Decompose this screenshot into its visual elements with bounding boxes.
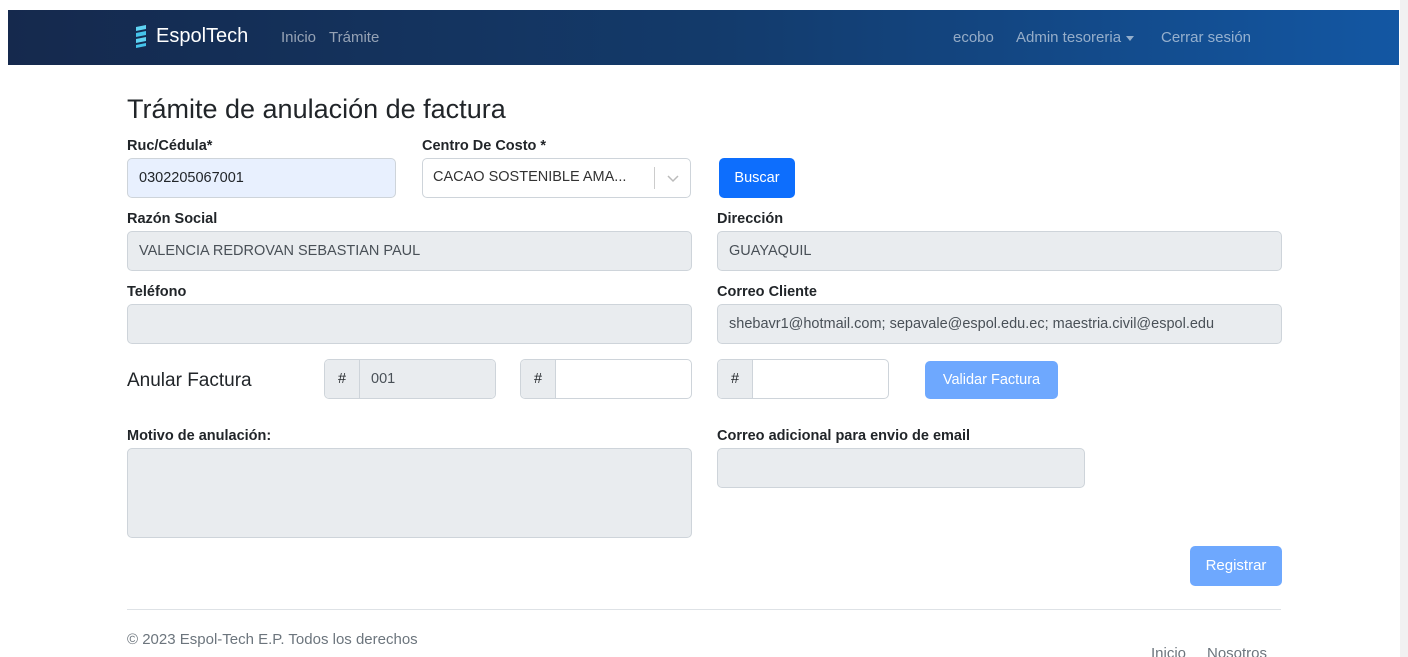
telefono-field[interactable]	[127, 304, 692, 344]
brand[interactable]: EspolTech	[134, 24, 248, 48]
ruc-input[interactable]: 0302205067001	[127, 158, 396, 198]
direccion-field[interactable]: GUAYAQUIL	[717, 231, 1282, 271]
caret-down-icon	[1126, 35, 1135, 41]
factura-punto-emision-input[interactable]	[556, 360, 691, 398]
telefono-label: Teléfono	[127, 284, 187, 300]
correo-cliente-label: Correo Cliente	[717, 284, 817, 300]
logout-link[interactable]: Cerrar sesión	[1161, 29, 1251, 46]
correo-adicional-input[interactable]	[717, 448, 1085, 488]
centro-costo-selected-value: CACAO SOSTENIBLE AMA...	[433, 169, 627, 185]
centro-costo-select[interactable]: CACAO SOSTENIBLE AMA...	[422, 158, 691, 198]
role-dropdown-label: Admin tesoreria	[1016, 29, 1122, 46]
correo-cliente-field[interactable]: shebavr1@hotmail.com; sepavale@espol.edu…	[717, 304, 1282, 344]
factura-establecimiento-input[interactable]: 001	[360, 360, 495, 398]
nav-link-tramite[interactable]: Trámite	[329, 29, 379, 46]
razon-social-label: Razón Social	[127, 211, 218, 227]
motivo-label: Motivo de anulación:	[127, 428, 272, 444]
hash-prefix: #	[521, 360, 556, 398]
footer-divider	[127, 609, 1281, 610]
hash-prefix: #	[718, 360, 753, 398]
footer-copyright: © 2023 Espol-Tech E.P. Todos los derecho…	[127, 631, 418, 648]
hash-prefix: #	[325, 360, 360, 398]
ruc-label: Ruc/Cédula*	[127, 138, 213, 154]
registrar-button[interactable]: Registrar	[1190, 546, 1282, 586]
page-title: Trámite de anulación de factura	[127, 94, 506, 124]
footer-link-nosotros[interactable]: Nosotros	[1207, 645, 1267, 657]
brand-name: EspolTech	[156, 24, 249, 47]
nav-link-inicio[interactable]: Inicio	[281, 29, 316, 46]
razon-social-field[interactable]: VALENCIA REDROVAN SEBASTIAN PAUL	[127, 231, 692, 271]
select-separator	[654, 167, 655, 189]
footer-link-inicio[interactable]: Inicio	[1151, 645, 1186, 657]
top-navbar: EspolTech Inicio Trámite ecobo Admin tes…	[8, 10, 1399, 65]
factura-secuencial-input[interactable]	[753, 360, 888, 398]
role-dropdown-toggle[interactable]: Admin tesoreria	[1016, 29, 1135, 46]
espoltech-logo-icon	[136, 25, 146, 48]
direccion-label: Dirección	[717, 211, 784, 227]
page-scrollbar[interactable]	[1400, 0, 1408, 657]
chevron-down-icon[interactable]	[666, 172, 680, 184]
anular-factura-label: Anular Factura	[127, 370, 252, 391]
validar-factura-button[interactable]: Validar Factura	[925, 361, 1058, 399]
factura-punto-emision-group: #	[520, 359, 692, 399]
factura-secuencial-group: #	[717, 359, 889, 399]
correo-adicional-label: Correo adicional para envio de email	[717, 428, 971, 444]
motivo-textarea[interactable]	[127, 448, 692, 538]
buscar-button[interactable]: Buscar	[719, 158, 795, 198]
nav-user-link[interactable]: ecobo	[953, 29, 994, 46]
centro-costo-label: Centro De Costo *	[422, 138, 547, 154]
factura-establecimiento-group: # 001	[324, 359, 496, 399]
